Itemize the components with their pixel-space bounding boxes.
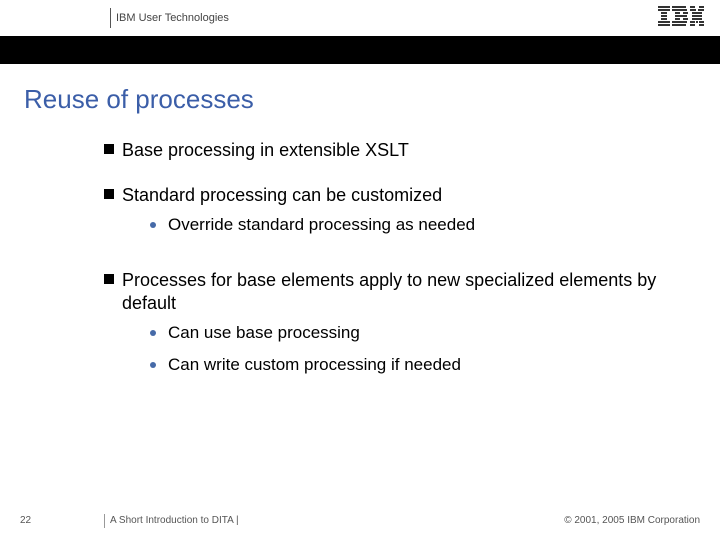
- dot-bullet-icon: [150, 330, 156, 336]
- ibm-logo-icon: [658, 6, 704, 26]
- sub-bullet-item: Can use base processing: [150, 322, 664, 345]
- bullet-item: Processes for base elements apply to new…: [104, 269, 664, 388]
- sub-bullet-item: Can write custom processing if needed: [150, 354, 664, 377]
- black-banner: [0, 36, 720, 64]
- sub-bullet-list: Override standard processing as needed: [150, 214, 475, 237]
- sub-bullet-text: Can write custom processing if needed: [168, 354, 461, 377]
- footer-copyright: © 2001, 2005 IBM Corporation: [564, 515, 700, 526]
- footer-deck-title: A Short Introduction to DITA |: [110, 515, 239, 526]
- dot-bullet-icon: [150, 222, 156, 228]
- sub-bullet-list: Can use base processing Can write custom…: [150, 322, 664, 378]
- square-bullet-icon: [104, 144, 114, 154]
- bullet-text: Base processing in extensible XSLT: [122, 139, 409, 162]
- sub-bullet-item: Override standard processing as needed: [150, 214, 475, 237]
- bullet-item: Standard processing can be customized Ov…: [104, 184, 664, 246]
- slide-footer: 22 A Short Introduction to DITA | © 2001…: [0, 506, 720, 526]
- page-number: 22: [20, 515, 31, 526]
- square-bullet-icon: [104, 189, 114, 199]
- sub-bullet-text: Can use base processing: [168, 322, 360, 345]
- bullet-text: Standard processing can be customized: [122, 184, 475, 207]
- bullet-item: Base processing in extensible XSLT: [104, 139, 664, 162]
- footer-divider: [104, 514, 105, 528]
- square-bullet-icon: [104, 274, 114, 284]
- sub-bullet-text: Override standard processing as needed: [168, 214, 475, 237]
- slide-body: Base processing in extensible XSLT Stand…: [104, 139, 664, 387]
- bullet-text: Processes for base elements apply to new…: [122, 269, 664, 316]
- header-group-label: IBM User Technologies: [116, 12, 229, 24]
- slide-header: IBM User Technologies: [0, 0, 720, 36]
- dot-bullet-icon: [150, 362, 156, 368]
- slide-title: Reuse of processes: [24, 84, 720, 115]
- header-divider: [110, 8, 111, 28]
